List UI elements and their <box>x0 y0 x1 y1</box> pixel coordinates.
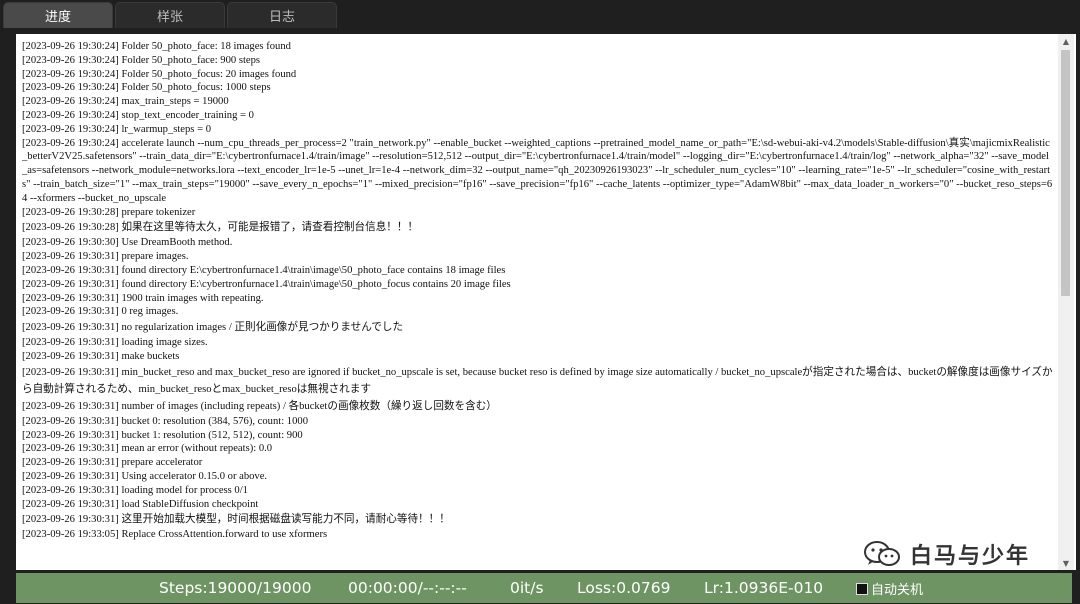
log-line: [2023-09-26 19:30:31] prepare accelerato… <box>22 457 203 469</box>
log-line: [2023-09-26 19:30:31] Using accelerator … <box>22 470 268 482</box>
log-line: [2023-09-26 19:30:31] found directory E:… <box>22 264 506 276</box>
log-line: [2023-09-26 19:30:30] Use DreamBooth met… <box>22 237 233 249</box>
log-line: [2023-09-26 19:30:31] loading image size… <box>22 337 208 349</box>
log-line: [2023-09-26 19:30:31] load StableDiffusi… <box>22 498 259 510</box>
log-line: [2023-09-26 19:30:24] Folder 50_photo_fa… <box>22 54 261 66</box>
watermark-text: 白马与少年 <box>910 544 1031 569</box>
tab-log[interactable]: 日志 <box>227 2 337 28</box>
log-line: [2023-09-26 19:30:31] 0 reg images. <box>22 306 179 318</box>
log-line: [2023-09-26 19:30:31] prepare images. <box>22 251 189 263</box>
log-line: [2023-09-26 19:30:24] accelerate launch … <box>22 137 1053 204</box>
status-bar: Steps:19000/19000 00:00:00/--:--:-- 0it/… <box>16 573 1072 603</box>
steps-counter: Steps:19000/19000 <box>159 579 312 597</box>
log-line: [2023-09-26 19:30:31] no regularization … <box>22 322 404 334</box>
log-line: [2023-09-26 19:30:31] bucket 1: resoluti… <box>22 429 303 441</box>
scroll-up-arrow-icon[interactable]: ▲ <box>1058 34 1074 48</box>
log-line: [2023-09-26 19:30:28] prepare tokenizer <box>22 206 196 218</box>
log-line: [2023-09-26 19:30:24] Folder 50_photo_fa… <box>22 41 291 52</box>
log-line: [2023-09-26 19:30:31] number of images (… <box>22 400 497 412</box>
log-line: [2023-09-26 19:30:31] mean ar error (wit… <box>22 443 273 455</box>
scroll-down-arrow-icon[interactable]: ▼ <box>1058 556 1074 570</box>
log-scrollbar[interactable]: ▲ ▼ <box>1058 34 1074 570</box>
log-line: [2023-09-26 19:30:24] Folder 50_photo_fo… <box>22 82 271 94</box>
log-line: [2023-09-26 19:30:28] 如果在这里等待太久，可能是报错了，请… <box>22 222 419 234</box>
loss-readout: Loss:0.0769 <box>577 579 671 597</box>
log-panel: [2023-09-26 19:30:24] Folder 50_photo_fa… <box>16 34 1076 570</box>
log-line: [2023-09-26 19:30:24] max_train_steps = … <box>22 96 229 108</box>
log-line: [2023-09-26 19:30:31] loading model for … <box>22 484 248 496</box>
auto-shutdown-toggle[interactable]: 自动关机 <box>856 579 923 598</box>
log-output: [2023-09-26 19:30:24] Folder 50_photo_fa… <box>22 40 1054 570</box>
scroll-thumb[interactable] <box>1061 50 1070 296</box>
log-line: [2023-09-26 19:30:31] 这里开始加载大模型，时间根据磁盘读写… <box>22 514 450 526</box>
log-line: [2023-09-26 19:30:24] Folder 50_photo_fo… <box>22 68 297 80</box>
log-line: [2023-09-26 19:30:24] stop_text_encoder_… <box>22 109 254 121</box>
auto-shutdown-label: 自动关机 <box>871 583 924 598</box>
tab-bar: 进度 样张 日志 <box>0 0 1080 28</box>
log-line: [2023-09-26 19:30:31] found directory E:… <box>22 278 511 290</box>
log-line: [2023-09-26 19:30:31] min_bucket_reso an… <box>22 366 1053 395</box>
watermark: 白马与少年 <box>862 536 1030 572</box>
speed-readout: 0it/s <box>510 579 544 597</box>
tab-progress[interactable]: 进度 <box>3 2 113 28</box>
time-elapsed: 00:00:00/--:--:-- <box>348 579 467 597</box>
wechat-icon <box>864 541 900 566</box>
auto-shutdown-checkbox[interactable] <box>856 582 868 595</box>
tab-samples[interactable]: 样张 <box>115 2 225 28</box>
log-line: [2023-09-26 19:30:31] 1900 train images … <box>22 292 264 304</box>
lr-readout: Lr:1.0936E-010 <box>704 579 824 597</box>
log-line: [2023-09-26 19:30:31] bucket 0: resoluti… <box>22 415 308 427</box>
log-line: [2023-09-26 19:30:31] make buckets <box>22 350 180 362</box>
log-line: [2023-09-26 19:30:24] lr_warmup_steps = … <box>22 123 211 135</box>
